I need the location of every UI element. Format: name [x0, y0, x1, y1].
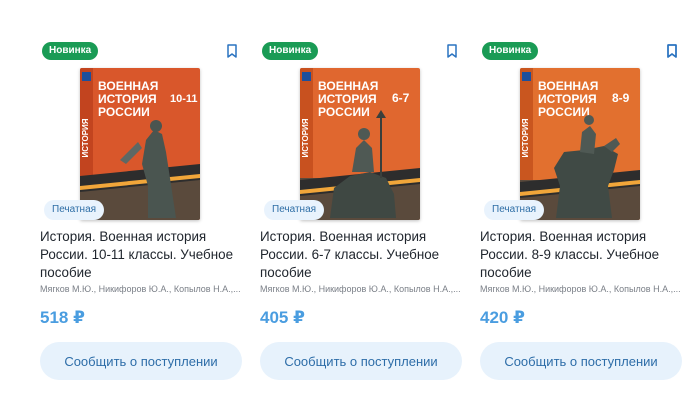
- svg-text:10-11: 10-11: [170, 93, 198, 105]
- product-title[interactable]: История. Военная история России. 10-11 к…: [40, 228, 244, 282]
- new-badge: Новинка: [42, 42, 99, 60]
- book-cover-image[interactable]: ИСТОРИЯ ВОЕННАЯ ИСТОРИЯ РОССИИ 10-11: [80, 68, 200, 220]
- svg-text:6-7: 6-7: [392, 91, 410, 105]
- svg-text:ИСТОРИЯ: ИСТОРИЯ: [98, 92, 157, 106]
- svg-text:РОССИИ: РОССИИ: [538, 105, 590, 119]
- svg-text:ИСТОРИЯ: ИСТОРИЯ: [301, 118, 310, 157]
- svg-text:ВОЕННАЯ: ВОЕННАЯ: [538, 79, 598, 93]
- bookmark-icon[interactable]: [444, 43, 460, 59]
- new-badge: Новинка: [262, 42, 319, 60]
- book-cover-image[interactable]: ИСТОРИЯ ВОЕННАЯ ИСТОРИЯ РОССИИ 8-9: [520, 68, 640, 220]
- product-card[interactable]: Новинка ИСТОРИЯ ВОЕННАЯ ИСТОРИЯ РОССИИ 6…: [260, 38, 464, 388]
- svg-text:ИСТОРИЯ: ИСТОРИЯ: [521, 118, 530, 157]
- product-title[interactable]: История. Военная история России. 8-9 кла…: [480, 228, 684, 282]
- format-badge: Печатная: [264, 200, 325, 220]
- svg-text:РОССИИ: РОССИИ: [318, 105, 370, 119]
- product-price: 518 ₽: [40, 308, 85, 327]
- product-price: 420 ₽: [480, 308, 525, 327]
- svg-text:ИСТОРИЯ: ИСТОРИЯ: [318, 92, 377, 106]
- book-cover-image[interactable]: ИСТОРИЯ ВОЕННАЯ ИСТОРИЯ РОССИИ 6-7: [300, 68, 420, 220]
- svg-text:ИСТОРИЯ: ИСТОРИЯ: [538, 92, 597, 106]
- product-authors: Мягков М.Ю., Никифоров Ю.А., Копылов Н.А…: [40, 284, 241, 294]
- format-badge: Печатная: [44, 200, 105, 220]
- product-grid: Новинка ИСТОРИЯ ВОЕННАЯ ИСТОРИЯ РОССИИ 1…: [0, 0, 700, 394]
- product-card[interactable]: Новинка ИСТОРИЯ ВОЕННАЯ ИСТОРИЯ РОССИИ 8…: [480, 38, 684, 388]
- bookmark-icon[interactable]: [224, 43, 240, 59]
- bookmark-icon[interactable]: [664, 43, 680, 59]
- product-authors: Мягков М.Ю., Никифоров Ю.А., Копылов Н.А…: [260, 284, 461, 294]
- svg-text:РОССИИ: РОССИИ: [98, 105, 150, 119]
- new-badge: Новинка: [482, 42, 539, 60]
- notify-button[interactable]: Сообщить о поступлении: [260, 342, 462, 380]
- cover-area[interactable]: Новинка ИСТОРИЯ ВОЕННАЯ ИСТОРИЯ РОССИИ 1…: [40, 38, 244, 222]
- svg-text:ВОЕННАЯ: ВОЕННАЯ: [98, 79, 158, 93]
- product-authors: Мягков М.Ю., Никифоров Ю.А., Копылов Н.А…: [480, 284, 681, 294]
- svg-text:ВОЕННАЯ: ВОЕННАЯ: [318, 79, 378, 93]
- notify-button[interactable]: Сообщить о поступлении: [40, 342, 242, 380]
- product-title[interactable]: История. Военная история России. 6-7 кла…: [260, 228, 464, 282]
- notify-button[interactable]: Сообщить о поступлении: [480, 342, 682, 380]
- product-price: 405 ₽: [260, 308, 305, 327]
- svg-text:8-9: 8-9: [612, 91, 630, 105]
- cover-area[interactable]: Новинка ИСТОРИЯ ВОЕННАЯ ИСТОРИЯ РОССИИ 8…: [480, 38, 684, 222]
- svg-text:ИСТОРИЯ: ИСТОРИЯ: [81, 118, 90, 157]
- product-card[interactable]: Новинка ИСТОРИЯ ВОЕННАЯ ИСТОРИЯ РОССИИ 1…: [40, 38, 244, 388]
- cover-area[interactable]: Новинка ИСТОРИЯ ВОЕННАЯ ИСТОРИЯ РОССИИ 6…: [260, 38, 464, 222]
- format-badge: Печатная: [484, 200, 545, 220]
